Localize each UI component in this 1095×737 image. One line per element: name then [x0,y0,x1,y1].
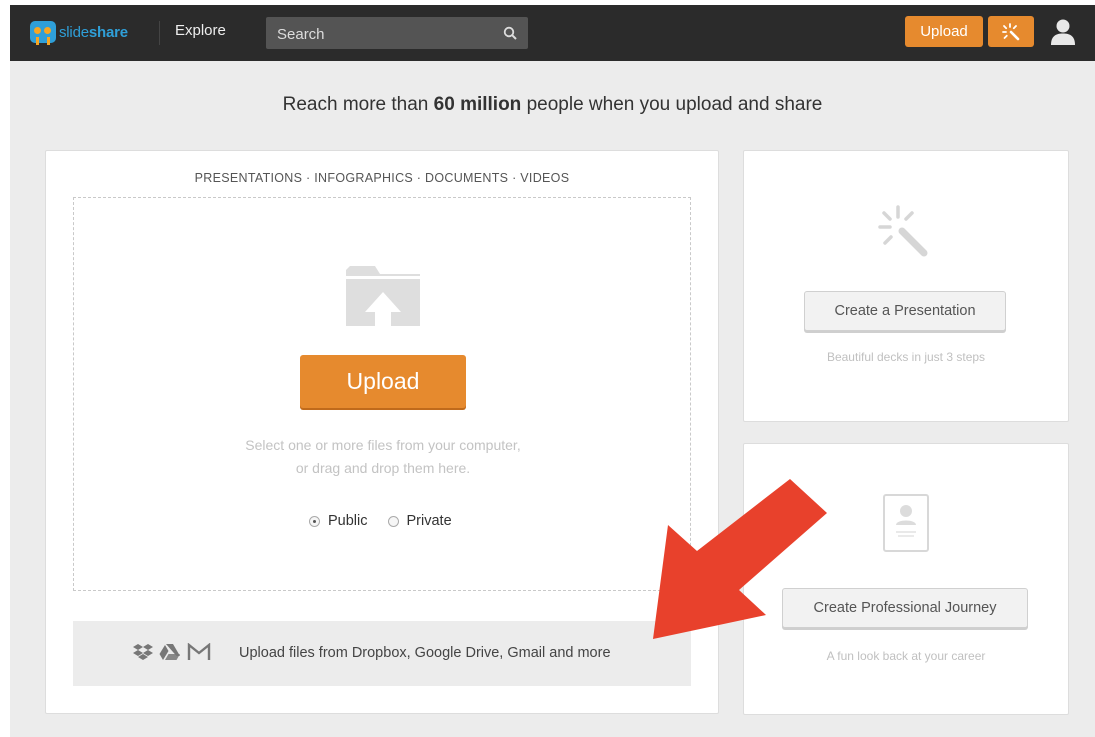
page-headline: Reach more than 60 million people when y… [282,94,823,115]
cloud-upload-text[interactable]: Upload files from Dropbox, Google Drive,… [239,645,611,661]
google-drive-icon [159,644,180,660]
upload-panel: PRESENTATIONS · INFOGRAPHICS · DOCUMENTS… [45,150,719,714]
create-presentation-card: Create a Presentation Beautiful decks in… [743,150,1069,422]
user-account-icon[interactable] [1050,18,1076,46]
supported-file-types: PRESENTATIONS · INFOGRAPHICS · DOCUMENTS… [194,171,570,185]
presentation-subtitle: Beautiful decks in just 3 steps [826,350,986,364]
upload-folder-icon [346,266,420,326]
top-navigation-bar: slideshare Explore Upload [10,5,1095,61]
create-presentation-button[interactable] [988,16,1034,47]
cloud-upload-bar[interactable]: Upload files from Dropbox, Google Drive,… [73,621,691,686]
magic-wand-icon [1002,22,1020,40]
gmail-icon [187,643,211,660]
public-radio[interactable] [309,515,320,527]
create-presentation-button[interactable]: Create a Presentation [804,291,1006,331]
privacy-options: Public Private [309,513,452,529]
resume-icon [883,494,929,552]
private-radio[interactable] [387,515,399,527]
nav-divider [159,21,160,45]
slideshare-logo-icon [30,21,56,45]
page-frame: slideshare Explore Upload [10,5,1095,737]
red-arrow-annotation [653,479,827,639]
upload-button[interactable]: Upload [300,355,466,408]
search-icon[interactable] [503,26,517,40]
private-label[interactable]: Private [407,513,452,529]
magic-wand-icon [878,205,928,257]
file-drop-zone[interactable]: Upload Select one or more files from you… [73,197,691,591]
search-input[interactable] [266,17,499,51]
dropbox-icon [133,644,153,660]
header-upload-button[interactable]: Upload [905,16,983,47]
search-box [266,17,528,51]
public-label[interactable]: Public [328,513,368,529]
logo-text: slideshare [59,23,128,41]
upload-hint: Select one or more files from your compu… [245,437,521,476]
explore-link[interactable]: Explore [175,22,226,39]
cloud-service-icons [133,643,211,661]
slideshare-logo[interactable]: slideshare [30,19,128,45]
